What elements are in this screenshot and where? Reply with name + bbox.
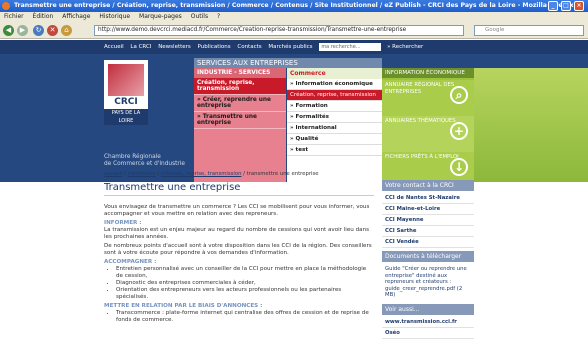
menu-edition[interactable]: Édition: [33, 13, 54, 20]
industrie-menu: INDUSTRIE - SERVICES Création, reprise, …: [194, 68, 286, 182]
tile-label: ANNUAIRES THÉMATIQUES: [385, 118, 456, 124]
commerce-menu: Commerce » Information économique Créati…: [287, 68, 383, 182]
list-item: Orientation des entrepreneurs vers les a…: [116, 287, 374, 301]
tile-annuaire-regional[interactable]: ANNUAIRE RÉGIONAL DES ENTREPRISES ⌕: [382, 80, 474, 116]
chambre-label: Chambre Régionale de Commerce et d'Indus…: [104, 154, 185, 168]
commerce-item[interactable]: » International: [287, 123, 383, 134]
chambre-line1: Chambre Régionale: [104, 154, 161, 160]
contact-link[interactable]: CCI Sarthe: [382, 226, 474, 237]
url-bar[interactable]: http://www.demo.devcrci.mediacd.fr/Comme…: [94, 25, 464, 36]
download-icon: ↓: [450, 158, 468, 176]
page-content: Accueil La CRCI Newsletters Publications…: [0, 40, 588, 339]
nav-publications[interactable]: Publications: [198, 44, 231, 50]
menu-help[interactable]: ?: [217, 13, 220, 20]
commerce-item[interactable]: » Formalités: [287, 112, 383, 123]
nav-contacts[interactable]: Contacts: [237, 44, 261, 50]
navigation-toolbar: ◀ ▶ ↻ ✕ ⌂ http://www.demo.devcrci.mediac…: [0, 22, 588, 39]
main-content: Transmettre une entreprise Vous envisage…: [104, 182, 374, 324]
page-title: Transmettre une entreprise: [104, 182, 374, 196]
zoom-plus-icon: +: [450, 122, 468, 140]
industrie-item[interactable]: Création, reprise, transmission: [194, 78, 286, 95]
docs-header: Documents à télécharger: [382, 251, 474, 262]
close-button[interactable]: ×: [574, 1, 584, 11]
chambre-line2: de Commerce et d'Industrie: [104, 161, 185, 167]
tile-label: FICHIERS PRÊTS À L'EMPLOI: [385, 154, 459, 160]
contact-header: Votre contact à la CRCI: [382, 180, 474, 191]
tile-label: ANNUAIRE RÉGIONAL DES ENTREPRISES: [385, 82, 455, 95]
menu-outils[interactable]: Outils: [191, 13, 208, 20]
paragraph: De nombreux points d'accueil sont à votr…: [104, 243, 372, 256]
voir-header: Voir aussi...: [382, 303, 474, 315]
commerce-item[interactable]: » test: [287, 145, 383, 156]
paragraph: La transmission est un enjeu majeur au r…: [104, 227, 370, 240]
intro-text: Vous envisagez de transmettre un commerc…: [104, 204, 370, 217]
back-icon[interactable]: ◀: [3, 25, 14, 36]
forward-icon[interactable]: ▶: [17, 25, 28, 36]
contact-link[interactable]: CCI de Nantes St-Nazaire: [382, 193, 474, 204]
logo-region: PAYS DE LA LOIRE: [104, 109, 148, 125]
breadcrumb: accueil / commerce / création, reprise, …: [104, 171, 319, 177]
industrie-header[interactable]: INDUSTRIE - SERVICES: [194, 68, 286, 78]
contact-link[interactable]: CCI Vendée: [382, 237, 474, 248]
section-mise-en-relation: METTRE EN RELATION PAR LE BIAIS D'ANNONC…: [104, 303, 263, 309]
info-header[interactable]: INFORMATION ÉCONOMIQUE: [382, 68, 474, 78]
nav-newsletters[interactable]: Newsletters: [158, 44, 191, 50]
menu-affichage[interactable]: Affichage: [62, 13, 90, 20]
crci-logo[interactable]: CRCI PAYS DE LA LOIRE: [104, 60, 148, 125]
info-eco-panel: INFORMATION ÉCONOMIQUE ANNUAIRE RÉGIONAL…: [382, 68, 474, 188]
contact-link[interactable]: CCI Mayenne: [382, 215, 474, 226]
doc-link[interactable]: Guide "Créer ou reprendre une entreprise…: [382, 264, 474, 301]
commerce-item[interactable]: » Formation: [287, 101, 383, 112]
site-search-button[interactable]: » Rechercher: [387, 44, 423, 50]
site-search-input[interactable]: ma recherche...: [319, 42, 382, 51]
industrie-item[interactable]: » Transmettre une entreprise: [194, 112, 286, 129]
voir-link[interactable]: Oséo: [382, 328, 474, 339]
contact-link[interactable]: CCI Maine-et-Loire: [382, 204, 474, 215]
maximize-button[interactable]: □: [561, 1, 571, 11]
menu-fichier[interactable]: Fichier: [4, 13, 24, 20]
decorative-panel: [474, 68, 588, 182]
crumb-current: transmettre une entreprise: [246, 171, 319, 177]
logo-emblem: [108, 64, 144, 96]
minimize-button[interactable]: _: [548, 1, 558, 11]
commerce-item[interactable]: » Qualité: [287, 134, 383, 145]
list-item[interactable]: Transcommerce : plate-forme internet qui…: [116, 310, 374, 324]
menubar: Fichier Édition Affichage Historique Mar…: [0, 12, 588, 22]
services-title: SERVICES AUX ENTREPRISES: [194, 58, 382, 68]
home-icon[interactable]: ⌂: [61, 25, 72, 36]
header-banner: CRCI PAYS DE LA LOIRE Chambre Régionale …: [0, 54, 588, 188]
firefox-icon: [2, 2, 10, 10]
window-titlebar: Transmettre une entreprise / Création, r…: [0, 0, 588, 12]
search-box[interactable]: Google: [474, 25, 584, 36]
site-top-nav: Accueil La CRCI Newsletters Publications…: [0, 40, 588, 54]
nav-accueil[interactable]: Accueil: [104, 44, 124, 50]
stop-icon[interactable]: ✕: [47, 25, 58, 36]
voir-link[interactable]: www.transmission.cci.fr: [382, 317, 474, 328]
window-title: Transmettre une entreprise / Création, r…: [14, 2, 574, 9]
section-accompagner: ACCOMPAGNER :: [104, 259, 157, 265]
commerce-header[interactable]: Commerce: [287, 68, 383, 79]
reload-icon[interactable]: ↻: [33, 25, 44, 36]
commerce-item[interactable]: » Information économique: [287, 79, 383, 90]
crumb-accueil[interactable]: accueil: [104, 171, 123, 177]
right-sidebar: Votre contact à la CRCI CCI de Nantes St…: [382, 180, 474, 339]
relation-list: Transcommerce : plate-forme internet qui…: [116, 310, 374, 324]
crumb-commerce[interactable]: commerce: [128, 171, 156, 177]
commerce-item[interactable]: Création, reprise, transmission: [287, 90, 383, 101]
list-item: Entretien personnalisé avec un conseille…: [116, 266, 374, 280]
logo-name: CRCI: [114, 97, 138, 107]
section-informer: INFORMER :: [104, 220, 142, 226]
search-icon: ⌕: [450, 86, 468, 104]
list-item: Diagnostic des entreprises commerciales …: [116, 280, 374, 287]
nav-la-crci[interactable]: La CRCI: [130, 44, 151, 50]
industrie-item[interactable]: » Créer, reprendre une entreprise: [194, 95, 286, 112]
tile-annuaires-thematiques[interactable]: ANNUAIRES THÉMATIQUES +: [382, 116, 474, 152]
menu-marque-pages[interactable]: Marque-pages: [139, 13, 182, 20]
nav-marches[interactable]: Marchés publics: [268, 44, 312, 50]
crumb-creation[interactable]: création, reprise, transmission: [161, 171, 242, 177]
accompagner-list: Entretien personnalisé avec un conseille…: [116, 266, 374, 301]
menu-historique[interactable]: Historique: [99, 13, 130, 20]
